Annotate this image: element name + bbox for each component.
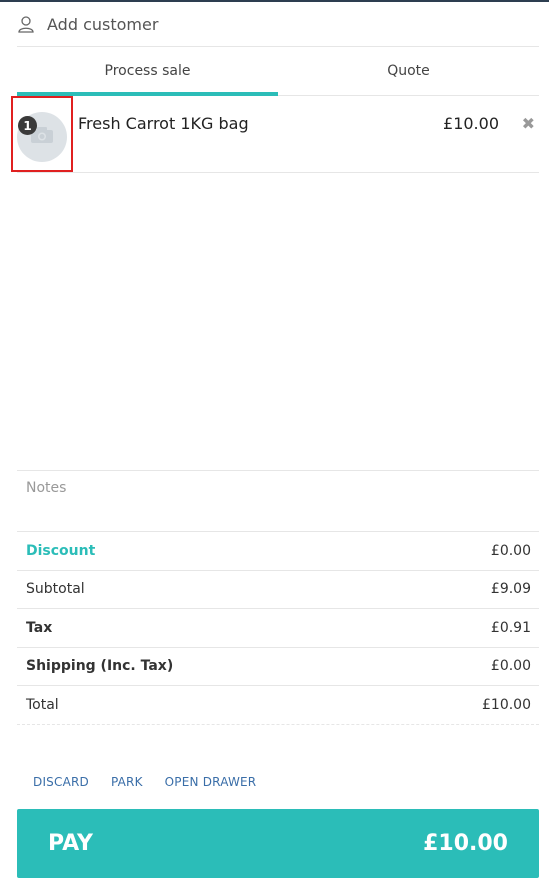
shipping-value: £0.00 xyxy=(490,658,531,675)
add-customer-button[interactable]: Add customer xyxy=(17,2,539,47)
park-button[interactable]: PARK xyxy=(111,775,143,789)
tab-quote[interactable]: Quote xyxy=(278,47,539,95)
subtotal-row: Subtotal £9.09 xyxy=(17,571,539,609)
add-customer-label: Add customer xyxy=(47,14,159,34)
line-item[interactable]: 1 Fresh Carrot 1KG bag £10.00 ✖ xyxy=(11,96,539,173)
tax-value: £0.91 xyxy=(490,619,531,636)
sale-tabs: Process sale Quote xyxy=(17,47,539,96)
subtotal-value: £9.09 xyxy=(490,581,531,598)
tax-row: Tax £0.91 xyxy=(17,609,539,648)
item-name: Fresh Carrot 1KG bag xyxy=(78,114,249,133)
tax-label: Tax xyxy=(26,619,53,636)
total-row: Total £10.00 xyxy=(17,686,539,725)
open-drawer-button[interactable]: OPEN DRAWER xyxy=(165,775,257,789)
pay-label: PAY xyxy=(48,831,93,856)
discard-button[interactable]: DISCARD xyxy=(33,775,89,789)
notes-field[interactable]: Notes xyxy=(17,470,539,532)
total-value: £10.00 xyxy=(482,696,531,713)
discount-value: £0.00 xyxy=(490,542,531,559)
sale-summary: Discount £0.00 Subtotal £9.09 Tax £0.91 … xyxy=(17,532,539,725)
tab-process-sale[interactable]: Process sale xyxy=(17,47,278,96)
total-label: Total xyxy=(26,696,59,713)
user-icon xyxy=(17,15,35,33)
shipping-row: Shipping (Inc. Tax) £0.00 xyxy=(17,648,539,686)
item-price: £10.00 xyxy=(443,114,499,133)
shipping-label: Shipping (Inc. Tax) xyxy=(26,658,174,675)
discount-link[interactable]: Discount xyxy=(26,543,95,559)
quantity-badge: 1 xyxy=(18,116,37,135)
sale-actions: DISCARD PARK OPEN DRAWER xyxy=(17,770,539,794)
pay-amount: £10.00 xyxy=(423,831,508,856)
subtotal-label: Subtotal xyxy=(26,581,85,598)
remove-item-icon[interactable]: ✖ xyxy=(522,114,535,133)
pay-button[interactable]: PAY £10.00 xyxy=(17,809,539,878)
discount-row: Discount £0.00 xyxy=(17,532,539,571)
